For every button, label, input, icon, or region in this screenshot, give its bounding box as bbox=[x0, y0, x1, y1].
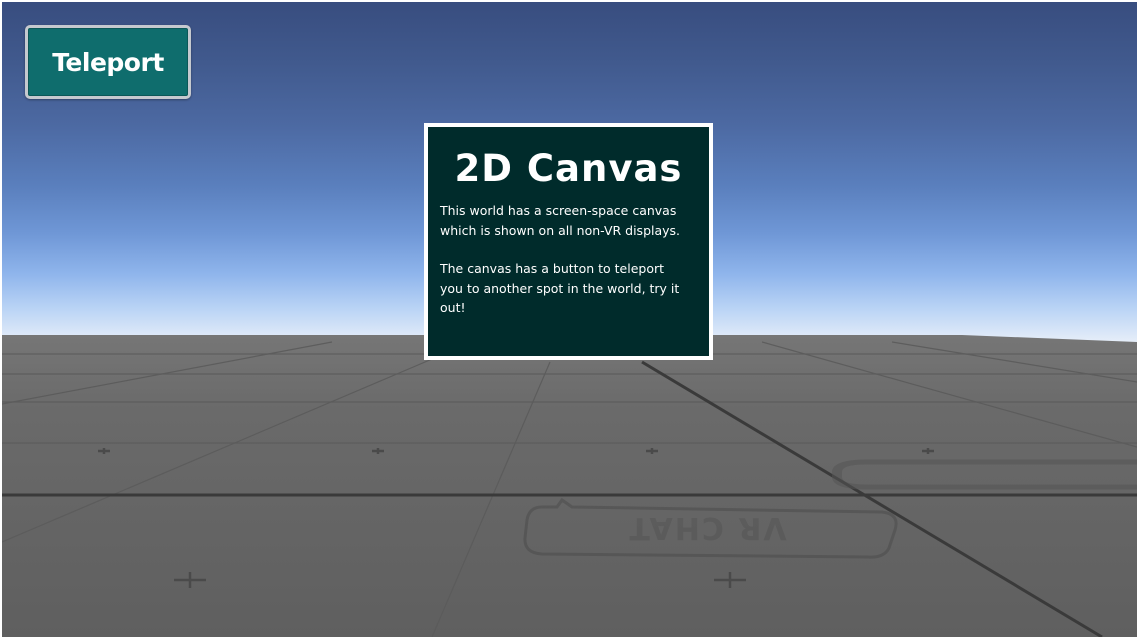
panel-description-2: The canvas has a button to teleport you … bbox=[440, 261, 680, 315]
canvas-info-panel: 2D Canvas This world has a screen-space … bbox=[424, 123, 713, 360]
floor-logo-text: VR CHAT bbox=[627, 510, 786, 545]
game-viewport[interactable]: VR CHAT Teleport 2D Canvas This world ha… bbox=[2, 2, 1137, 637]
panel-title: 2D Canvas bbox=[454, 147, 683, 190]
panel-description-1: This world has a screen-space canvas whi… bbox=[440, 203, 681, 238]
teleport-button[interactable]: Teleport bbox=[25, 25, 191, 99]
